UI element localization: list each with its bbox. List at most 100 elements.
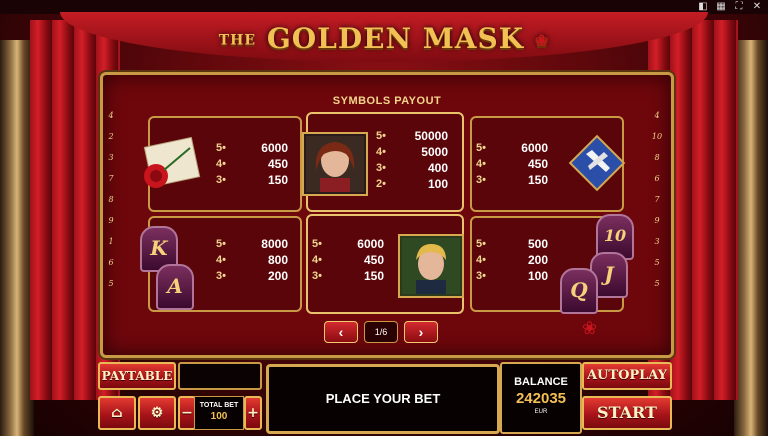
payout-count: 3• [476,270,486,282]
payout-value: 800 [267,253,288,267]
left-line-numbers: 4 2 3 7 8 9 1 6 5 [102,108,120,292]
total-bet-value: 100 [210,411,228,422]
line-number: 6 [108,258,114,267]
fullscreen-icon[interactable]: ⛶ [734,2,744,12]
logo-main: GOLDEN MASK [266,22,525,55]
line-number: 9 [108,216,114,225]
payout-count: 2• [376,178,386,190]
payout-count: 4• [216,158,226,170]
line-number: 6 [654,174,660,183]
payout-value: 400 [427,161,448,175]
payout-value: 450 [363,253,384,267]
settings-button[interactable]: ⚙ [138,396,176,430]
line-number: 3 [108,153,114,162]
line-number: 8 [108,195,114,204]
autoplay-button[interactable]: AUTOPLAY [582,362,672,390]
payout-count: 3• [312,270,322,282]
payout-count: 3• [216,174,226,186]
line-number: 5 [654,258,660,267]
payout-count: 5• [376,130,386,142]
lady-portrait-icon [302,132,368,196]
bet-increase-button[interactable]: + [244,396,262,430]
page-indicator: 1/6 [364,321,398,343]
balance-label: BALANCE [514,376,568,388]
paytable-pager: ‹ 1/6 › [324,321,438,343]
payout-value: 500 [527,237,548,251]
payout-count: 5• [216,142,226,154]
history-icon[interactable]: ▦ [716,2,726,12]
sound-icon[interactable]: ◧ [698,2,708,12]
balance-display: BALANCE 242035 EUR [500,362,582,434]
letter-a-symbol: A [156,264,194,310]
line-number: 7 [108,174,114,183]
empty-display [178,362,262,390]
payout-box-rose: 5• 6000 4• 450 3• 150 [143,116,302,212]
total-bet-display: TOTAL BET 100 [194,396,244,430]
payout-count: 4• [376,146,386,158]
logo-prefix: THE [218,32,257,49]
line-number: 3 [654,237,660,246]
payout-value: 200 [527,253,548,267]
prev-icon: ‹ [338,324,344,340]
payout-count: 4• [476,254,486,266]
line-number: 9 [654,216,660,225]
rose-decoration-icon: ❀ [582,318,598,338]
prev-page-button[interactable]: ‹ [324,321,358,343]
payout-value: 150 [363,269,384,283]
line-number: 2 [108,132,114,141]
game-logo: THE GOLDEN MASK ❀ [0,22,768,55]
payout-value: 5000 [421,145,448,159]
man-portrait-icon [398,234,464,298]
status-message: PLACE YOUR BET [266,364,500,434]
right-pillar [734,40,768,436]
payout-count: 4• [216,254,226,266]
payout-count: 5• [312,238,322,250]
payout-value: 200 [267,269,288,283]
payout-count: 5• [476,142,486,154]
payout-count: 4• [476,158,486,170]
payout-value: 50000 [414,129,448,143]
payout-value: 150 [267,173,288,187]
payout-count: 5• [476,238,486,250]
payout-value: 150 [527,173,548,187]
payout-count: 3• [476,174,486,186]
line-number: 8 [654,153,660,162]
letter-q-symbol: Q [560,268,598,314]
payout-count: 4• [312,254,322,266]
payout-value: 6000 [521,141,548,155]
payout-value: 450 [527,157,548,171]
line-number: 4 [654,111,660,120]
next-page-button[interactable]: › [404,321,438,343]
left-pillar [0,40,34,436]
paytable-button[interactable]: PAYTABLE [98,362,176,390]
payout-value: 6000 [357,237,384,251]
line-number: 5 [108,279,114,288]
payout-value: 100 [427,177,448,191]
payout-box-gloves: 5• 6000 4• 450 3• 150 [470,116,626,212]
gear-icon: ⚙ [150,405,164,421]
start-button[interactable]: START [582,396,672,430]
close-icon[interactable]: ✕ [752,2,762,12]
total-bet-label: TOTAL BET [199,402,239,409]
line-number: 4 [108,111,114,120]
balance-value: 242035 [515,390,567,407]
home-button[interactable]: ⌂ [98,396,136,430]
balance-currency: EUR [534,409,548,415]
payout-value: 450 [267,157,288,171]
payout-count: 5• [216,238,226,250]
line-number: 5 [654,279,660,288]
home-icon: ⌂ [111,405,123,421]
payout-count: 3• [216,270,226,282]
line-number: 7 [654,195,660,204]
payout-count: 3• [376,162,386,174]
line-number: 10 [651,132,663,141]
payout-box-man: 5• 6000 4• 450 3• 150 [306,214,464,314]
rose-letter-icon [136,136,206,196]
payout-box-ka: K A 5• 8000 4• 800 3• 200 [140,216,302,312]
payout-value: 6000 [261,141,288,155]
rose-icon: ❀ [534,31,550,50]
line-number: 1 [108,237,114,246]
payout-value: 100 [527,269,548,283]
paytable-heading: SYMBOLS PAYOUT [332,95,442,107]
payout-box-10jq: 5• 500 4• 200 3• 100 10 J Q [470,214,634,314]
